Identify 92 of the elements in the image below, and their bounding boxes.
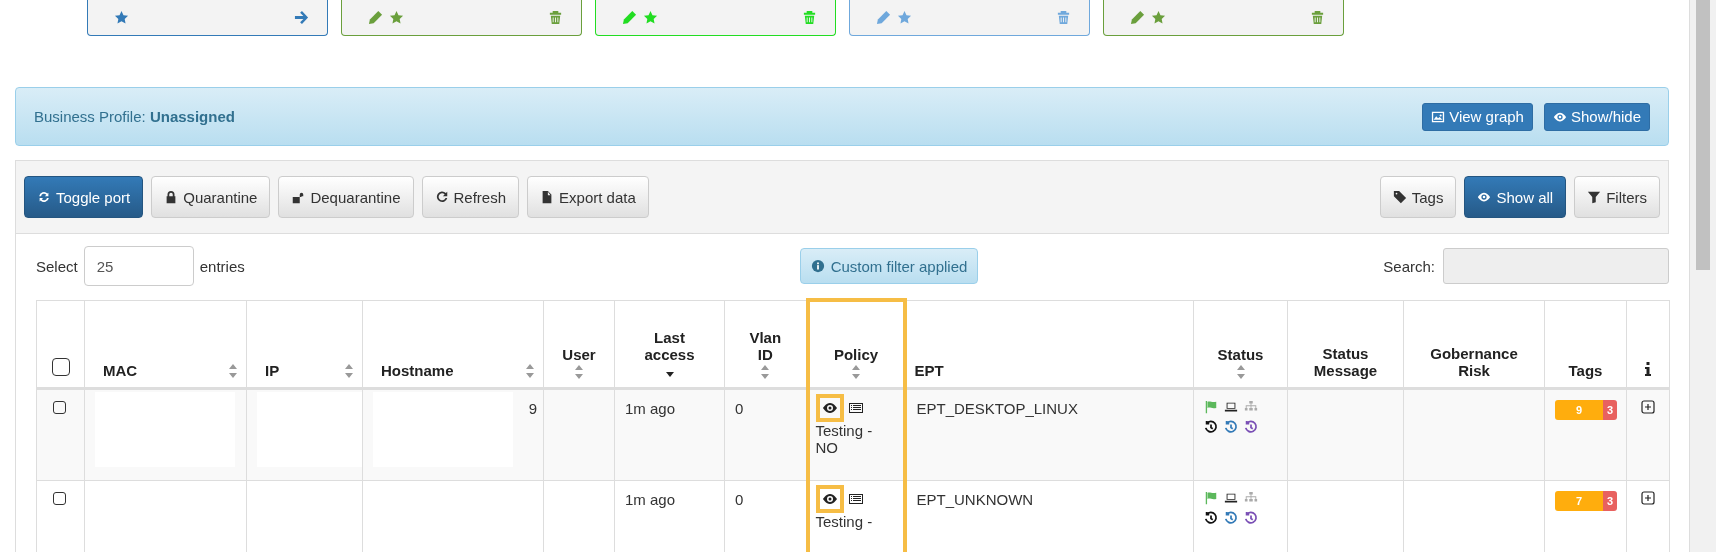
pencil-icon[interactable]	[368, 10, 383, 25]
column-header[interactable]: Hostname	[381, 361, 454, 379]
sitemap-icon	[1244, 490, 1258, 505]
column-header[interactable]: MAC	[103, 361, 138, 379]
entries-input[interactable]: 25	[83, 246, 194, 286]
card[interactable]	[595, 0, 836, 36]
toolbar-button[interactable]: Refresh	[421, 176, 520, 218]
expand-icon[interactable]	[1641, 490, 1655, 505]
toolbar-button[interactable]: Show all	[1464, 176, 1567, 218]
star-icon	[389, 10, 404, 25]
sitemap-icon	[1244, 399, 1258, 414]
column-header[interactable]: Vlan ID	[749, 328, 782, 363]
sort-icon[interactable]	[1235, 364, 1246, 379]
scrollbar[interactable]	[1689, 0, 1716, 552]
column-header[interactable]: Last access	[644, 328, 695, 363]
table-cell: EPT_UNKNOWN	[916, 490, 1034, 508]
info-icon	[810, 259, 825, 273]
toolbar-button[interactable]: Dequarantine	[278, 176, 414, 218]
expand-icon[interactable]	[1641, 399, 1655, 414]
refresh-icon	[37, 190, 51, 204]
card[interactable]	[1103, 0, 1344, 36]
card[interactable]	[87, 0, 328, 36]
history-icon	[1244, 510, 1258, 525]
toolbar-button[interactable]: Tags	[1379, 176, 1457, 218]
entries-label: entries	[199, 257, 245, 275]
select-label: Select	[36, 257, 78, 275]
filter-icon	[1587, 190, 1602, 204]
info-icon	[1645, 361, 1651, 376]
star-icon	[643, 10, 658, 25]
tag-count: 7	[1555, 490, 1603, 511]
panel-button[interactable]: Show/hide	[1543, 102, 1650, 131]
card[interactable]	[341, 0, 582, 36]
tag-count: 3	[1603, 490, 1617, 511]
table-cell: 9	[528, 399, 537, 417]
redo-icon	[434, 190, 449, 204]
policy-text: Testing - NO	[815, 421, 873, 456]
column-header[interactable]: Status	[1217, 345, 1264, 363]
row-checkbox[interactable]	[53, 400, 66, 414]
history-icon	[1224, 419, 1238, 434]
trash-icon[interactable]	[1056, 10, 1071, 25]
eye-icon	[1477, 190, 1492, 204]
row-checkbox[interactable]	[53, 491, 66, 505]
pencil-icon[interactable]	[622, 10, 637, 25]
table-cell: EPT_DESKTOP_LINUX	[916, 399, 1078, 417]
flag-icon	[1204, 399, 1218, 414]
history-icon	[1224, 510, 1238, 525]
column-header[interactable]: User	[562, 345, 596, 363]
column-header[interactable]: EPT	[914, 361, 944, 379]
search-label: Search:	[1383, 257, 1435, 275]
card[interactable]	[849, 0, 1090, 36]
table-cell: 1m ago	[625, 399, 676, 417]
history-icon	[1204, 419, 1218, 434]
column-header[interactable]: IP	[265, 361, 280, 379]
tag-count: 9	[1555, 399, 1603, 420]
sort-icon[interactable]	[851, 364, 861, 379]
unlock-icon	[291, 190, 306, 204]
pencil-icon[interactable]	[1130, 10, 1145, 25]
pencil-icon[interactable]	[876, 10, 891, 25]
star-icon	[114, 10, 129, 25]
arrow-right-icon[interactable]	[294, 10, 309, 25]
tags-icon	[1392, 190, 1407, 204]
star-icon	[1151, 10, 1166, 25]
tag-count: 3	[1603, 399, 1617, 420]
toolbar-button[interactable]: Filters	[1574, 176, 1660, 218]
select-all-checkbox[interactable]	[51, 357, 70, 376]
search-field[interactable]	[1443, 248, 1669, 284]
column-header[interactable]: Policy	[833, 345, 879, 363]
history-icon	[1204, 510, 1218, 525]
panel-button[interactable]: View graph	[1422, 102, 1533, 131]
sort-icon[interactable]	[525, 364, 535, 378]
star-icon	[897, 10, 912, 25]
trash-icon[interactable]	[1310, 10, 1325, 25]
sort-icon[interactable]	[574, 364, 584, 379]
flag-icon	[1204, 490, 1218, 505]
image-icon	[1431, 109, 1446, 124]
scrollbar-thumb[interactable]	[1696, 0, 1710, 270]
toolbar-button[interactable]: Quarantine	[151, 176, 271, 218]
history-icon	[1244, 419, 1258, 434]
toolbar-button[interactable]: Export data	[527, 176, 649, 218]
filter-notice-text: Custom filter applied	[830, 257, 968, 275]
table-cell: 1m ago	[625, 490, 676, 508]
sort-icon[interactable]	[760, 364, 771, 379]
toolbar-button[interactable]: Toggle port	[24, 176, 144, 218]
sort-icon[interactable]	[344, 364, 354, 378]
trash-icon[interactable]	[548, 10, 563, 25]
sort-icon[interactable]	[228, 364, 238, 378]
trash-icon[interactable]	[802, 10, 817, 25]
table-cell: 0	[735, 490, 744, 508]
business-profile-label: Business Profile: Unassigned	[34, 108, 235, 125]
policy-text: Testing -	[815, 512, 873, 530]
table-cell: 0	[735, 399, 744, 417]
column-header[interactable]: Tags	[1568, 361, 1603, 379]
